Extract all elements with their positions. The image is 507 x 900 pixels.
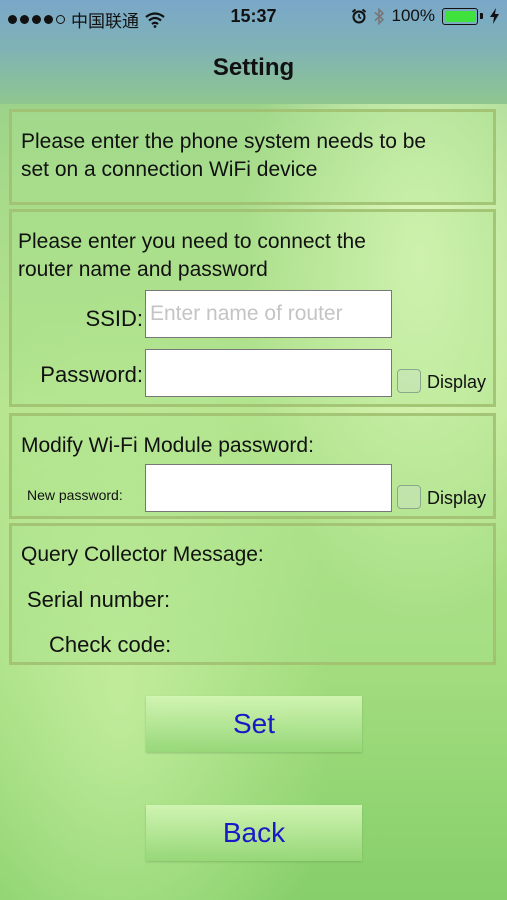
display-new-password-label: Display xyxy=(427,488,487,508)
battery-icon xyxy=(442,7,478,25)
password-input[interactable] xyxy=(145,349,392,397)
new-password-input[interactable] xyxy=(145,464,392,512)
back-button[interactable]: Back xyxy=(146,805,362,861)
battery-tip xyxy=(480,13,483,19)
collector-panel: Query Collector Message: Serial number: … xyxy=(9,523,496,665)
page-title: Setting xyxy=(212,54,295,81)
bluetooth-icon xyxy=(373,7,384,25)
display-password-checkbox[interactable] xyxy=(397,369,421,393)
intro-line-1: Please enter the phone system needs to b… xyxy=(21,130,427,153)
display-new-password-checkbox[interactable] xyxy=(397,485,421,509)
set-button[interactable]: Set xyxy=(146,696,362,752)
status-right: 100% xyxy=(351,6,499,26)
new-password-label: New password: xyxy=(27,487,123,503)
serial-number-label: Serial number: xyxy=(27,587,171,612)
ssid-label: SSID: xyxy=(85,306,143,331)
module-heading: Modify Wi-Fi Module password: xyxy=(21,434,314,457)
router-line-1: Please enter you need to connect the xyxy=(18,230,366,253)
display-password-label: Display xyxy=(427,372,487,392)
status-bar: 中国联通 15:37 100% xyxy=(0,0,507,34)
router-panel: Please enter you need to connect the rou… xyxy=(9,209,496,407)
collector-heading: Query Collector Message: xyxy=(21,543,264,566)
password-label: Password: xyxy=(40,362,143,387)
intro-line-2: set on a connection WiFi device xyxy=(21,158,318,181)
charging-bolt-icon xyxy=(490,8,499,24)
router-line-2: router name and password xyxy=(18,258,268,281)
ssid-input[interactable] xyxy=(145,290,392,338)
check-code-label: Check code: xyxy=(49,632,172,657)
intro-panel: Please enter the phone system needs to b… xyxy=(9,109,496,205)
alarm-icon xyxy=(351,8,366,24)
battery-percent: 100% xyxy=(391,6,435,25)
module-panel: Modify Wi-Fi Module password: New passwo… xyxy=(9,413,496,519)
